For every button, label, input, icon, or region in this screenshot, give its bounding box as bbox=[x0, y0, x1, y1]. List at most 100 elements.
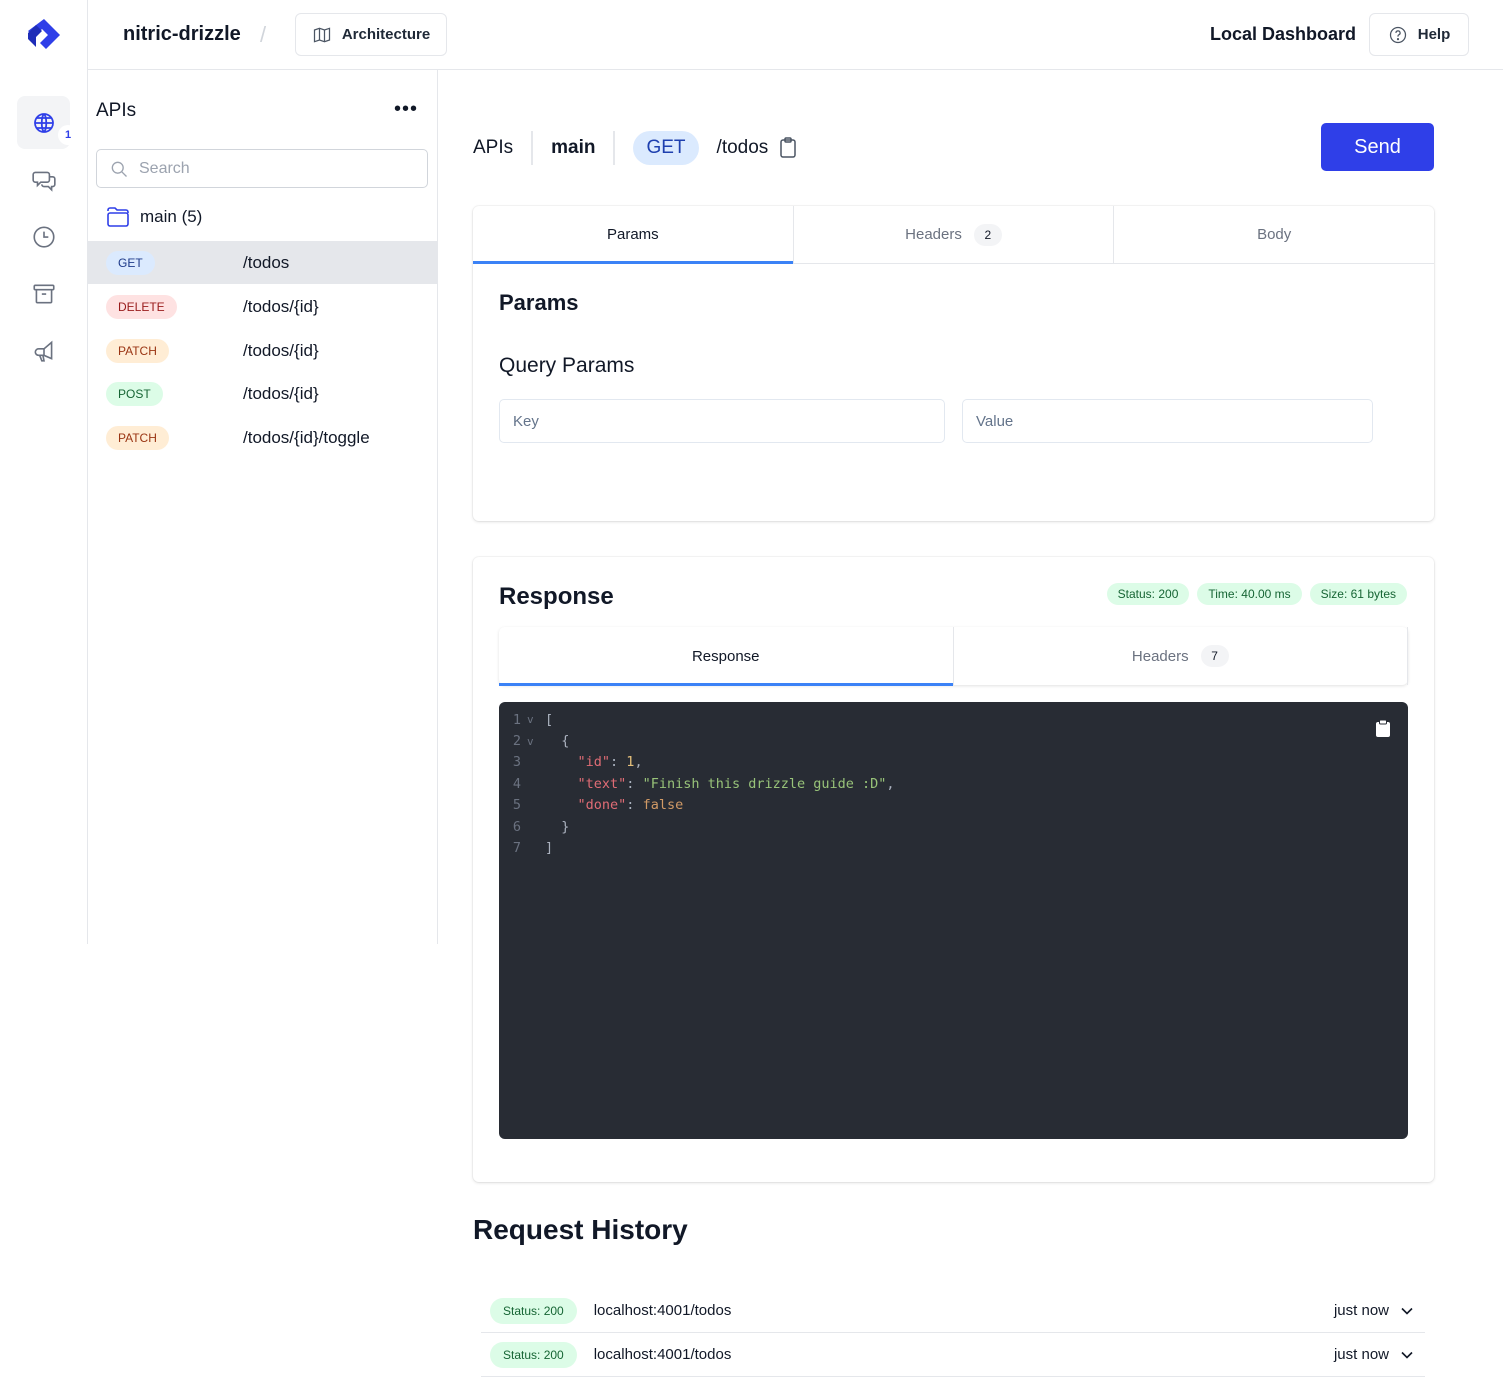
line-number: 5 bbox=[512, 797, 521, 814]
icon-rail: 1 bbox=[0, 0, 88, 1387]
breadcrumb-separator: / bbox=[260, 22, 267, 47]
route-item[interactable]: GET /todos bbox=[88, 241, 437, 284]
search-box[interactable] bbox=[96, 149, 428, 188]
code-line: 6 } bbox=[499, 816, 1408, 837]
fold-chevron-icon[interactable]: v bbox=[521, 735, 545, 748]
route-path: /todos bbox=[243, 252, 290, 272]
code-token: "done" bbox=[577, 797, 627, 814]
request-method-badge: GET bbox=[633, 131, 699, 165]
rail-item-apis[interactable]: 1 bbox=[17, 96, 78, 149]
code-token: ] bbox=[545, 840, 554, 857]
response-card: Response Status: 200 Time: 40.00 ms Size… bbox=[473, 557, 1434, 1182]
rail-background bbox=[0, 944, 88, 1387]
chevron-down-icon[interactable] bbox=[1401, 1351, 1413, 1359]
history-url: localhost:4001/todos bbox=[593, 1302, 732, 1319]
request-breadcrumb: APIs main GET /todos bbox=[473, 130, 798, 166]
question-circle-icon bbox=[1389, 26, 1406, 43]
tab-label: Body bbox=[1257, 226, 1292, 243]
response-stats: Status: 200 Time: 40.00 ms Size: 61 byte… bbox=[1106, 583, 1407, 605]
code-token: "id" bbox=[577, 754, 611, 771]
response-code-viewer[interactable]: 1 v[ 2v { 3 "id": 1, 4 "text": "Finish th… bbox=[499, 702, 1408, 1139]
params-heading: Params bbox=[499, 290, 579, 315]
code-token: "Finish this drizzle guide :D" bbox=[642, 775, 887, 792]
tab-label: Params bbox=[606, 226, 659, 243]
code-line: 4 "text": "Finish this drizzle guide :D"… bbox=[499, 773, 1408, 794]
query-param-key-input[interactable] bbox=[499, 399, 945, 443]
code-token: 1 bbox=[626, 754, 635, 771]
architecture-label: Architecture bbox=[341, 26, 431, 43]
globe-icon bbox=[33, 112, 54, 133]
code-token: false bbox=[642, 797, 684, 814]
code-line: 3 "id": 1, bbox=[499, 752, 1408, 773]
request-tabs: Params Headers 2 Body bbox=[473, 206, 1434, 264]
folder-label: main (5) bbox=[140, 207, 203, 226]
api-folder-main[interactable]: main (5) bbox=[106, 206, 202, 228]
tab-label: Response bbox=[691, 647, 760, 665]
route-item[interactable]: POST /todos/{id} bbox=[88, 372, 437, 415]
history-row[interactable]: Status: 200 localhost:4001/todos just no… bbox=[481, 1289, 1425, 1333]
line-number: 6 bbox=[512, 818, 521, 835]
help-button[interactable]: Help bbox=[1369, 13, 1469, 56]
status-badge: Status: 200 bbox=[490, 1297, 577, 1324]
archive-box-icon bbox=[32, 284, 55, 303]
headers-count-badge: 7 bbox=[1200, 645, 1229, 667]
status-badge: Status: 200 bbox=[490, 1341, 577, 1368]
code-line: 2v { bbox=[499, 730, 1408, 751]
tab-response-body[interactable]: Response bbox=[499, 627, 954, 686]
fold-chevron-icon[interactable]: v bbox=[521, 713, 545, 726]
response-heading: Response bbox=[499, 583, 614, 610]
search-input[interactable] bbox=[139, 159, 399, 178]
code-line: 1 v[ bbox=[499, 709, 1408, 730]
method-badge: POST bbox=[106, 381, 163, 406]
tab-label: Headers bbox=[905, 226, 962, 243]
history-time: just now bbox=[1333, 1346, 1389, 1363]
history-row[interactable]: Status: 200 localhost:4001/todos just no… bbox=[481, 1333, 1425, 1377]
method-badge: PATCH bbox=[106, 338, 169, 363]
tab-params[interactable]: Params bbox=[473, 206, 794, 264]
architecture-button[interactable]: Architecture bbox=[295, 13, 447, 56]
folder-icon bbox=[107, 207, 129, 227]
route-path: /todos/{id} bbox=[243, 296, 319, 316]
tab-body[interactable]: Body bbox=[1114, 206, 1434, 263]
line-number: 7 bbox=[512, 840, 521, 857]
megaphone-icon bbox=[34, 340, 52, 362]
query-param-value-input[interactable] bbox=[962, 399, 1373, 443]
code-token: { bbox=[561, 733, 570, 750]
top-bar: nitric-drizzle / Architecture Local Dash… bbox=[88, 0, 1503, 70]
rail-item-websockets[interactable] bbox=[17, 153, 70, 206]
api-sidebar: APIs ••• main (5) GET /todos DELETE /tod… bbox=[88, 70, 438, 944]
breadcrumb-api-name: main bbox=[533, 131, 616, 165]
nitric-logo-icon[interactable] bbox=[24, 16, 64, 56]
response-tabs: Response Headers 7 bbox=[499, 627, 1408, 686]
code-token: "text" bbox=[577, 775, 627, 792]
send-button[interactable]: Send bbox=[1321, 123, 1434, 171]
route-item[interactable]: PATCH /todos/{id} bbox=[88, 329, 437, 372]
copy-path-button[interactable] bbox=[778, 137, 798, 159]
line-number: 3 bbox=[512, 754, 521, 771]
code-line: 5 "done": false bbox=[499, 795, 1408, 816]
line-number: 1 bbox=[512, 711, 521, 728]
headers-count-badge: 2 bbox=[973, 223, 1002, 246]
copy-response-button[interactable] bbox=[1376, 719, 1390, 741]
chevron-down-icon[interactable] bbox=[1401, 1307, 1413, 1315]
query-params-heading: Query Params bbox=[499, 354, 635, 377]
more-options-button[interactable]: ••• bbox=[394, 98, 418, 121]
rail-item-storage[interactable] bbox=[17, 267, 70, 320]
size-badge: Size: 61 bytes bbox=[1309, 583, 1407, 605]
rail-item-schedules[interactable] bbox=[17, 210, 70, 263]
project-name: nitric-drizzle bbox=[123, 23, 241, 45]
search-icon bbox=[111, 161, 127, 177]
route-path: /todos/{id}/toggle bbox=[243, 427, 370, 447]
history-url: localhost:4001/todos bbox=[593, 1346, 732, 1363]
rail-item-topics[interactable] bbox=[17, 324, 70, 377]
route-item[interactable]: PATCH /todos/{id}/toggle bbox=[88, 416, 437, 459]
history-time: just now bbox=[1333, 1302, 1389, 1319]
route-item[interactable]: DELETE /todos/{id} bbox=[88, 285, 437, 328]
status-badge: Status: 200 bbox=[1106, 583, 1190, 605]
clipboard-icon bbox=[780, 137, 797, 158]
tab-response-headers[interactable]: Headers 7 bbox=[954, 627, 1408, 685]
map-icon bbox=[313, 26, 330, 43]
method-badge: PATCH bbox=[106, 425, 169, 450]
chat-bubbles-icon bbox=[31, 171, 56, 192]
tab-headers[interactable]: Headers 2 bbox=[794, 206, 1115, 263]
